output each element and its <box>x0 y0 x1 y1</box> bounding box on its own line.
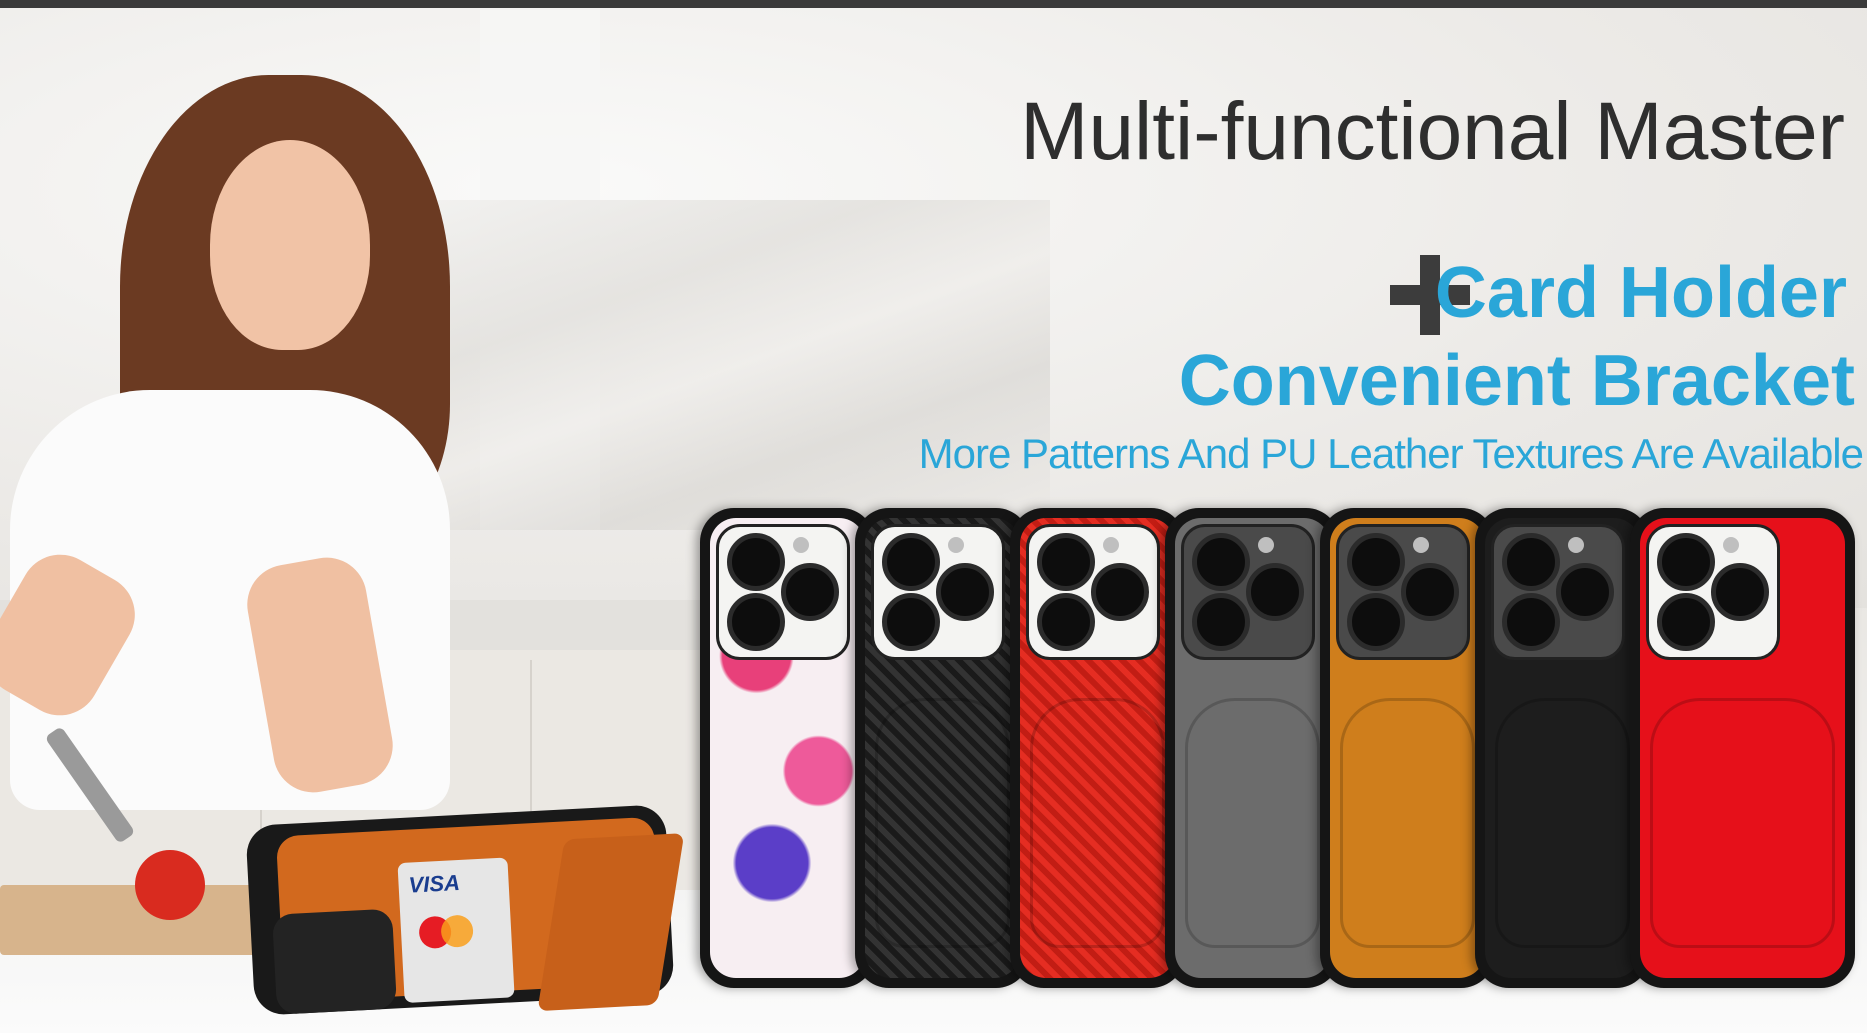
phone-case-lineup <box>700 508 1860 988</box>
phone-on-stand: VISA <box>245 804 685 1016</box>
background-marble <box>430 200 1050 530</box>
camera-module <box>1646 524 1780 660</box>
camera-flash <box>793 537 809 553</box>
card-strap <box>1340 698 1475 948</box>
camera-lens <box>882 593 940 651</box>
camera-lens <box>1657 593 1715 651</box>
phone-case-leather-gray <box>1165 508 1340 988</box>
camera-module <box>1026 524 1160 660</box>
camera-module <box>1491 524 1625 660</box>
camera-module <box>1336 524 1470 660</box>
camera-module <box>271 908 398 1015</box>
subline: More Patterns And PU Leather Textures Ar… <box>918 430 1864 477</box>
camera-lens <box>1037 533 1095 591</box>
card-strap <box>1650 698 1835 948</box>
camera-lens <box>1711 563 1769 621</box>
card-strap <box>1185 698 1320 948</box>
phone-case-leather-black <box>1475 508 1650 988</box>
camera-lens <box>1037 593 1095 651</box>
visa-logo: VISA <box>407 869 461 898</box>
phone-case-leather-red <box>1630 508 1855 988</box>
top-bar <box>0 0 1867 8</box>
camera-lens <box>1347 593 1405 651</box>
card-strap <box>1030 698 1165 948</box>
mastercard-logo-icon <box>418 914 480 949</box>
camera-lens <box>1401 563 1459 621</box>
cutting-board <box>0 885 260 955</box>
camera-lens <box>936 563 994 621</box>
camera-lens <box>882 533 940 591</box>
product-banner: Multi-functional Master Card Holder Conv… <box>0 0 1867 1033</box>
camera-module <box>716 524 850 660</box>
camera-lens <box>1246 563 1304 621</box>
credit-card: VISA <box>397 857 515 1004</box>
phone-case-leather-orange <box>1320 508 1495 988</box>
camera-lens <box>1502 533 1560 591</box>
camera-flash <box>1258 537 1274 553</box>
camera-lens <box>1347 533 1405 591</box>
camera-flash <box>1723 537 1739 553</box>
camera-lens <box>727 533 785 591</box>
headline: Multi-functional Master <box>1020 86 1845 177</box>
phone-case-floral <box>700 508 875 988</box>
phone-case-carbon-black <box>855 508 1030 988</box>
tomato <box>135 850 205 920</box>
camera-lens <box>727 593 785 651</box>
camera-flash <box>1568 537 1584 553</box>
camera-module <box>1181 524 1315 660</box>
camera-flash <box>948 537 964 553</box>
feature-card-holder: Card Holder <box>1434 253 1847 333</box>
camera-lens <box>781 563 839 621</box>
card-strap <box>1495 698 1630 948</box>
feature-convenient-bracket: Convenient Bracket <box>1178 341 1855 421</box>
woman-face <box>210 140 370 350</box>
camera-module <box>871 524 1005 660</box>
camera-flash <box>1103 537 1119 553</box>
card-strap <box>875 698 1010 948</box>
camera-lens <box>1657 533 1715 591</box>
camera-lens <box>1502 593 1560 651</box>
camera-lens <box>1556 563 1614 621</box>
camera-lens <box>1192 593 1250 651</box>
camera-flash <box>1413 537 1429 553</box>
camera-lens <box>1091 563 1149 621</box>
phone-case-carbon-red <box>1010 508 1185 988</box>
camera-lens <box>1192 533 1250 591</box>
